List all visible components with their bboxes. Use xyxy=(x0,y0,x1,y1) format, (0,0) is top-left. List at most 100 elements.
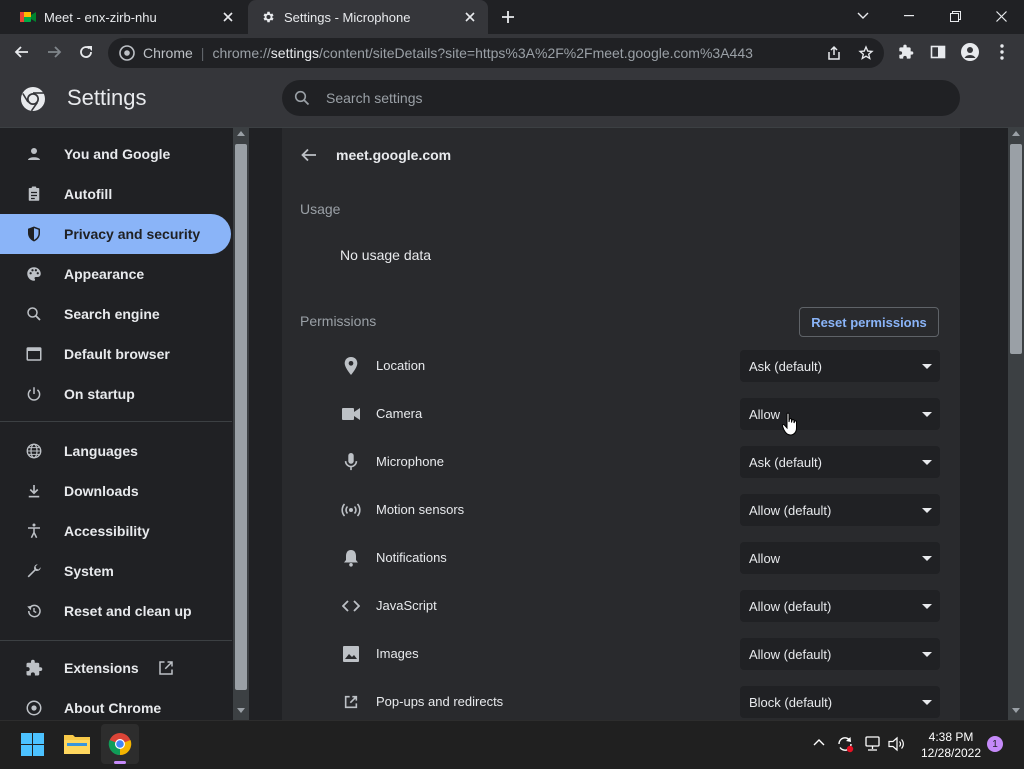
taskbar-clock[interactable]: 4:38 PM 12/28/2022 xyxy=(916,729,986,761)
sidebar-item-default-browser[interactable]: Default browser xyxy=(0,334,231,374)
permission-label: Notifications xyxy=(376,550,447,565)
tab-meet[interactable]: Meet - enx-zirb-nhu xyxy=(8,0,246,34)
camera-select[interactable]: Allow xyxy=(740,398,940,430)
sidebar-item-system[interactable]: System xyxy=(0,551,231,591)
file-explorer-icon[interactable] xyxy=(64,732,90,754)
open-in-new-icon xyxy=(157,659,175,677)
sync-icon[interactable] xyxy=(836,735,854,753)
profile-avatar-icon[interactable] xyxy=(956,38,984,66)
sidebar-item-autofill[interactable]: Autofill xyxy=(0,174,231,214)
scroll-down-arrow-icon[interactable] xyxy=(1012,708,1020,713)
sidebar-item-languages[interactable]: Languages xyxy=(0,431,231,471)
reload-icon[interactable] xyxy=(72,38,100,66)
side-panel-icon[interactable] xyxy=(924,38,952,66)
sidebar-item-label: System xyxy=(64,563,114,579)
omnibox-url: chrome://settings/content/siteDetails?si… xyxy=(212,45,753,61)
puzzle-icon[interactable] xyxy=(892,38,920,66)
sidebar-item-label: Privacy and security xyxy=(64,226,201,242)
sidebar-item-you-and-google[interactable]: You and Google xyxy=(0,134,231,174)
puzzle-icon xyxy=(24,658,44,678)
permission-label: Microphone xyxy=(376,454,444,469)
person-icon xyxy=(24,144,44,164)
volume-icon[interactable] xyxy=(888,736,906,752)
wrench-icon xyxy=(24,561,44,581)
notifications-select[interactable]: Allow xyxy=(740,542,940,574)
sidebar-item-on-startup[interactable]: On startup xyxy=(0,374,231,414)
open-in-new-icon xyxy=(341,692,361,712)
notification-badge[interactable]: 1 xyxy=(987,736,1003,752)
close-window-icon[interactable] xyxy=(978,0,1024,32)
permission-label: Camera xyxy=(376,406,423,421)
dropdown-arrow-icon xyxy=(922,507,932,513)
permission-label: Location xyxy=(376,358,426,373)
permission-row-location: Location Ask (default) xyxy=(282,342,960,390)
permission-row-notifications: Notifications Allow xyxy=(282,534,960,582)
clock-time: 4:38 PM xyxy=(928,730,974,744)
permission-row-motion-sensors: Motion sensors Allow (default) xyxy=(282,486,960,534)
sidebar-scrollbar-thumb[interactable] xyxy=(235,144,247,690)
chrome-logo-icon xyxy=(24,698,44,718)
sidebar-item-privacy-and-security[interactable]: Privacy and security xyxy=(0,214,231,254)
taskbar-chrome-button[interactable] xyxy=(101,724,139,764)
permission-label: Motion sensors xyxy=(376,502,465,517)
tab-search-icon[interactable] xyxy=(840,0,886,32)
sidebar-item-label: Appearance xyxy=(64,266,145,282)
tray-chevron-up-icon[interactable] xyxy=(813,738,825,746)
new-tab-icon[interactable] xyxy=(500,9,516,25)
back-arrow-icon[interactable] xyxy=(300,146,318,164)
sidebar-item-label: Languages xyxy=(64,443,138,459)
sidebar-item-search-engine[interactable]: Search engine xyxy=(0,294,231,334)
tab-title: Meet - enx-zirb-nhu xyxy=(44,9,157,25)
permission-label: Images xyxy=(376,646,419,661)
permission-row-images: Images Allow (default) xyxy=(282,630,960,678)
sidebar-divider xyxy=(0,640,232,641)
tab-settings[interactable]: Settings - Microphone xyxy=(248,0,488,34)
scroll-up-arrow-icon[interactable] xyxy=(237,131,245,136)
permission-label: JavaScript xyxy=(376,598,437,613)
images-select[interactable]: Allow (default) xyxy=(740,638,940,670)
restore-icon[interactable] xyxy=(932,0,978,32)
reset-permissions-button[interactable]: Reset permissions xyxy=(799,307,939,337)
permission-label: Pop-ups and redirects xyxy=(376,694,504,709)
sidebar-item-appearance[interactable]: Appearance xyxy=(0,254,231,294)
download-icon xyxy=(24,481,44,501)
star-icon[interactable] xyxy=(852,39,880,67)
share-icon[interactable] xyxy=(820,39,848,67)
forward-icon[interactable] xyxy=(40,38,68,66)
network-icon[interactable] xyxy=(863,736,881,752)
dropdown-arrow-icon xyxy=(922,651,932,657)
main-scrollbar-thumb[interactable] xyxy=(1010,144,1022,354)
microphone-select[interactable]: Ask (default) xyxy=(740,446,940,478)
history-icon xyxy=(24,601,44,621)
sidebar-item-reset-and-clean-up[interactable]: Reset and clean up xyxy=(0,591,231,631)
sidebar-item-accessibility[interactable]: Accessibility xyxy=(0,511,231,551)
popups-select[interactable]: Block (default) xyxy=(740,686,940,718)
image-icon xyxy=(341,644,361,664)
shield-icon xyxy=(24,224,44,244)
scroll-up-arrow-icon[interactable] xyxy=(1012,131,1020,136)
camera-icon xyxy=(341,404,361,424)
menu-kebab-icon[interactable] xyxy=(988,38,1016,66)
browser-icon xyxy=(24,344,44,364)
scroll-down-arrow-icon[interactable] xyxy=(237,708,245,713)
sidebar-item-label: About Chrome xyxy=(64,700,162,716)
sidebar-item-extensions[interactable]: Extensions xyxy=(0,648,231,688)
javascript-select[interactable]: Allow (default) xyxy=(740,590,940,622)
address-bar[interactable]: Chrome | chrome://settings/content/siteD… xyxy=(108,38,884,68)
site-title: meet.google.com xyxy=(336,147,452,163)
bell-icon xyxy=(341,548,361,568)
sidebar-item-downloads[interactable]: Downloads xyxy=(0,471,231,511)
gear-icon xyxy=(260,9,276,25)
sidebar-item-label: Autofill xyxy=(64,186,113,202)
close-tab-icon[interactable] xyxy=(462,9,478,25)
search-input[interactable]: Search settings xyxy=(282,80,960,116)
close-tab-icon[interactable] xyxy=(220,9,236,25)
motion-sensors-select[interactable]: Allow (default) xyxy=(740,494,940,526)
sidebar-item-label: Default browser xyxy=(64,346,170,362)
location-pin-icon xyxy=(341,356,361,376)
permission-row-popups: Pop-ups and redirects Block (default) xyxy=(282,678,960,720)
windows-start-icon[interactable] xyxy=(21,733,44,756)
back-icon[interactable] xyxy=(8,38,36,66)
location-select[interactable]: Ask (default) xyxy=(740,350,940,382)
minimize-icon[interactable] xyxy=(886,0,932,32)
